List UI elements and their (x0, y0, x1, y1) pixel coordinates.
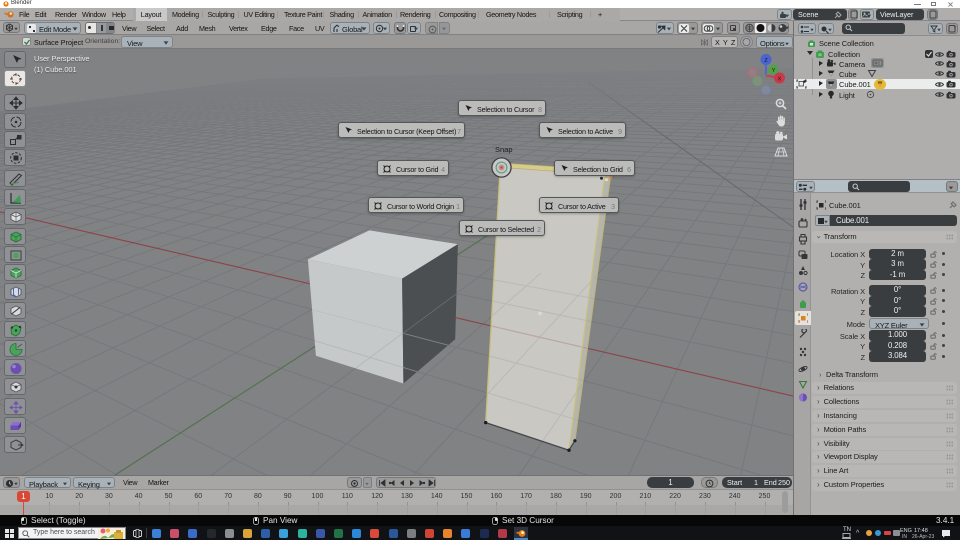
svg-text:X: X (778, 77, 782, 83)
svg-text:Y: Y (772, 68, 776, 74)
